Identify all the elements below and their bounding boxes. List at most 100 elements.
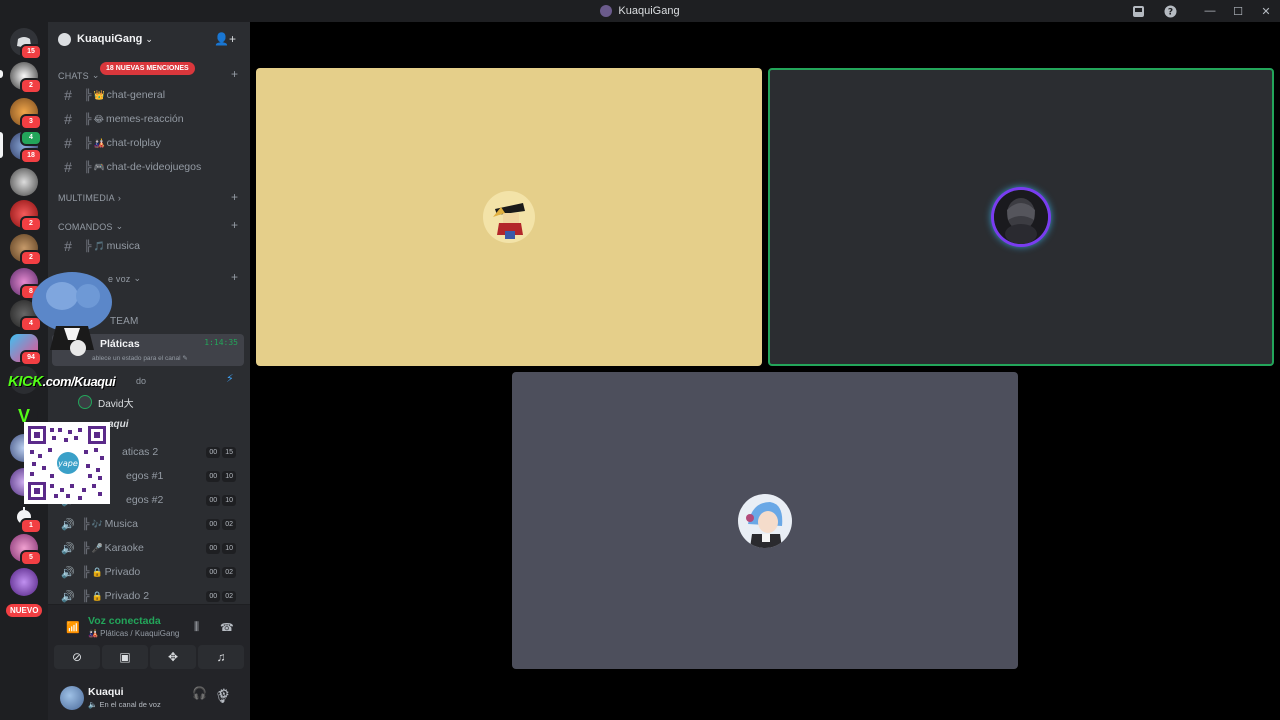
disconnect-icon[interactable]: ☎ — [220, 621, 234, 634]
participant-tile-speaking[interactable] — [768, 68, 1274, 366]
headphones-icon[interactable]: 🎧 — [192, 686, 207, 700]
kick-url-text: .com/Kuaqui — [42, 374, 116, 389]
server-icon[interactable]: 2 — [10, 234, 42, 266]
channel-name: egos #2 — [126, 494, 164, 506]
hash-icon: # — [64, 159, 72, 175]
settings-gear-icon[interactable]: ⚙ — [218, 686, 230, 702]
channel-name: aticas 2 — [122, 446, 159, 458]
server-rail: 15 2 3 4 18 2 2 8 4 94 V 1 5 NUEVO — [0, 22, 48, 720]
unread-pill — [0, 70, 3, 78]
speaker-icon: 🔊 — [61, 542, 75, 555]
close-icon[interactable]: ✕ — [1252, 0, 1280, 22]
user-count: 00 15 — [206, 446, 236, 458]
server-icon[interactable]: 5 — [10, 534, 42, 566]
channel-emoji: 👑 — [93, 89, 105, 100]
channel-name: chat-de-videojuegos — [106, 161, 202, 173]
server-icon[interactable] — [10, 568, 38, 596]
channel-chat-general[interactable]: # ╠ 👑 chat-general — [58, 84, 244, 106]
server-icon[interactable]: 3 — [10, 98, 42, 130]
voice-user[interactable]: David大 — [78, 392, 134, 412]
create-channel-icon[interactable]: + — [231, 270, 238, 284]
mention-badge: 2 — [20, 250, 42, 266]
server-icon[interactable] — [10, 168, 38, 196]
voice-user[interactable]: do — [136, 371, 146, 391]
channel-name: chat-general — [106, 89, 166, 101]
create-channel-icon[interactable]: + — [231, 190, 238, 204]
screen-share-button[interactable]: ▣ — [102, 645, 148, 669]
voice-channel-musica[interactable]: 🔊 ╠ 🎶 Musica 00 02 — [58, 513, 244, 535]
activities-button[interactable]: ✥ — [150, 645, 196, 669]
pencil-icon: ✎ — [182, 355, 188, 362]
channel-musica[interactable]: # ╠ 🎵 musica — [58, 235, 244, 257]
direct-messages-icon[interactable]: 15 — [10, 28, 42, 60]
maximize-icon[interactable]: ☐ — [1224, 0, 1252, 22]
new-badge: NUEVO — [6, 604, 43, 617]
camera-off-button[interactable]: ⊘ — [54, 645, 100, 669]
channel-emoji: 🎤 — [91, 542, 103, 553]
window-title-text: KuaquiGang — [618, 5, 680, 17]
voice-connected-title[interactable]: Voz conectada — [88, 615, 161, 627]
channel-name: memes-reacción — [105, 113, 184, 125]
voice-channel-privado[interactable]: 🔊 ╠ 🔒 Privado 00 02 — [58, 561, 244, 583]
voice-user-name: do — [136, 376, 147, 386]
user-count: 00 10 — [206, 494, 236, 506]
channel-name: Privado — [104, 566, 141, 578]
channel-chat-rolplay[interactable]: # ╠ 🎎 chat-rolplay — [58, 132, 244, 154]
user-count: 00 02 — [206, 566, 236, 578]
voice-user[interactable]: aqui — [108, 414, 129, 434]
selected-pill — [0, 132, 3, 158]
noise-suppression-icon[interactable]: ⫼ — [194, 621, 199, 634]
screen-share-icon: ▣ — [119, 650, 131, 664]
stream-icon: ⚡ — [226, 373, 234, 385]
channel-chat-de-videojuegos[interactable]: # ╠ 🎮 chat-de-videojuegos — [58, 156, 244, 178]
guild-header[interactable]: KuaquiGang ⌄ 👤+ — [48, 22, 250, 56]
category-chats[interactable]: CHATS ⌄ — [58, 70, 100, 81]
signal-icon: 📶 — [66, 622, 80, 634]
user-count: 00 02 — [206, 590, 236, 602]
hash-icon: # — [64, 135, 72, 151]
help-icon[interactable]: ? — [1156, 0, 1184, 22]
participant-tile[interactable] — [256, 68, 762, 366]
mention-badge: 2 — [20, 78, 42, 94]
inbox-icon[interactable] — [1124, 0, 1152, 22]
camera-off-icon: ⊘ — [71, 650, 83, 664]
channel-memes-reaccion[interactable]: # ╠ 😂 memes-reacción — [58, 108, 244, 130]
new-mentions-badge[interactable]: 18 NUEVAS MENCIONES — [100, 62, 195, 75]
username[interactable]: Kuaqui — [88, 686, 124, 698]
channel-emoji: 🔒 — [91, 590, 103, 601]
voice-stage — [250, 22, 1280, 720]
create-channel-icon[interactable]: + — [231, 67, 238, 81]
voice-user-name: David大 — [98, 398, 134, 410]
server-icon[interactable]: 4 18 — [10, 130, 42, 164]
create-channel-icon[interactable]: + — [231, 218, 238, 232]
apple-icon[interactable]: 1 — [10, 502, 42, 534]
hash-icon: # — [64, 111, 72, 127]
server-icon[interactable]: 2 — [10, 62, 42, 94]
soundboard-button[interactable]: ♫ — [198, 645, 244, 669]
user-count: 00 10 — [206, 542, 236, 554]
call-timer: 1:14:35 — [204, 338, 238, 347]
chevron-right-icon: › — [117, 193, 122, 203]
category-comandos[interactable]: COMANDOS ⌄ — [58, 221, 123, 232]
channel-emoji: 🎵 — [93, 240, 105, 251]
avatar[interactable] — [60, 686, 84, 710]
voice-channel-karaoke[interactable]: 🔊 ╠ 🎤 Karaoke 00 10 — [58, 537, 244, 559]
soundboard-icon: ♫ — [216, 650, 226, 664]
participant-tile[interactable] — [512, 372, 1018, 669]
channel-name: Privado 2 — [104, 590, 150, 602]
mention-badge: 5 — [20, 550, 42, 566]
category-label: MULTIMEDIA — [58, 193, 115, 203]
window-title: KuaquiGang — [600, 5, 680, 17]
avatar — [78, 395, 92, 409]
channel-name: chat-rolplay — [106, 137, 161, 149]
invite-people-icon[interactable]: 👤+ — [214, 32, 236, 46]
server-icon[interactable]: 2 — [10, 200, 42, 232]
channel-name: egos #1 — [126, 470, 164, 482]
voice-badge: 4 — [20, 130, 42, 146]
hash-icon: # — [64, 238, 72, 254]
kick-brand-text: KICK — [8, 373, 43, 390]
kick-channel-overlay: KICK.com/Kuaqui — [8, 373, 116, 390]
category-multimedia[interactable]: MULTIMEDIA › — [58, 193, 121, 203]
minimize-icon[interactable]: — — [1196, 0, 1224, 22]
voice-connected-channel[interactable]: 🎎 Pláticas / KuaquiGang — [88, 629, 179, 638]
